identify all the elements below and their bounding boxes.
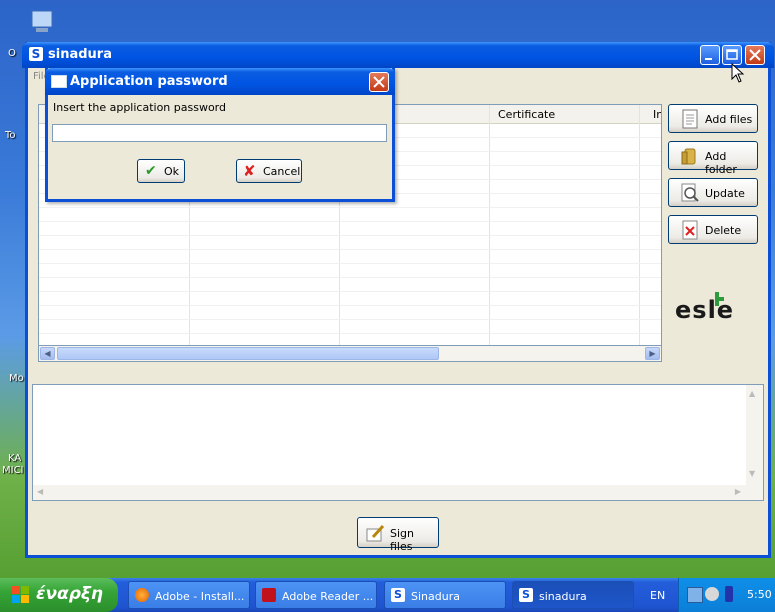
table-row xyxy=(39,291,661,292)
main-window-titlebar[interactable]: S sinadura xyxy=(22,42,774,68)
ok-label: Ok xyxy=(164,165,180,178)
start-button[interactable]: έναρξη xyxy=(0,578,118,612)
scroll-right-icon[interactable]: ▶ xyxy=(735,487,741,496)
column-divider xyxy=(489,105,490,361)
magnifier-icon xyxy=(680,183,700,203)
taskbar: έναρξη Adobe - Install... Adobe Reader .… xyxy=(0,578,775,612)
window-icon xyxy=(51,75,67,88)
delete-icon xyxy=(680,220,700,240)
add-files-button[interactable]: Add files xyxy=(668,104,758,133)
sign-files-button[interactable]: Sign files xyxy=(357,517,439,553)
maximize-button[interactable] xyxy=(722,45,742,65)
esle-logo: esle xyxy=(675,292,755,326)
add-folder-button[interactable]: Add folder xyxy=(668,141,758,176)
add-files-label: Add files xyxy=(705,113,753,126)
start-label: έναρξη xyxy=(36,584,104,604)
desktop-label: O xyxy=(8,48,16,59)
dialog-title: Application password xyxy=(70,74,228,89)
column-divider xyxy=(639,105,640,361)
windows-logo-icon xyxy=(12,586,30,609)
scroll-right-button[interactable]: ▶ xyxy=(645,347,660,360)
mouse-cursor-icon xyxy=(731,62,745,86)
checkmark-icon: ✔ xyxy=(145,163,157,179)
scroll-left-icon[interactable]: ◀ xyxy=(37,487,43,496)
document-icon xyxy=(680,109,700,129)
logo-text: esle xyxy=(675,296,735,324)
taskbar-item-label: sinadura xyxy=(539,590,587,603)
scroll-left-button[interactable]: ◀ xyxy=(40,347,55,360)
table-row xyxy=(39,235,661,236)
system-tray: 5:50 xyxy=(678,578,775,612)
desktop-label: MICI xyxy=(2,465,24,476)
pen-icon xyxy=(365,523,385,546)
add-folder-label: Add folder xyxy=(705,150,737,176)
window-title: sinadura xyxy=(48,47,112,62)
taskbar-item[interactable]: Adobe - Install... xyxy=(128,581,250,609)
sign-files-label: Sign files xyxy=(390,527,414,553)
desktop-label: To xyxy=(5,130,16,141)
sinadura-app-icon: S xyxy=(29,47,43,61)
close-button[interactable] xyxy=(745,45,765,65)
table-row xyxy=(39,333,661,334)
dialog-prompt: Insert the application password xyxy=(53,101,226,114)
battery-icon[interactable] xyxy=(725,586,733,602)
cancel-button[interactable]: ✘ Cancel xyxy=(236,159,302,183)
antivirus-icon[interactable] xyxy=(705,587,719,601)
taskbar-item[interactable]: Adobe Reader ... xyxy=(255,581,377,609)
table-row xyxy=(39,249,661,250)
table-row xyxy=(39,319,661,320)
table-row xyxy=(39,277,661,278)
cancel-label: Cancel xyxy=(263,165,301,178)
ok-button[interactable]: ✔ Ok xyxy=(137,159,185,183)
cancel-x-icon: ✘ xyxy=(243,162,256,180)
table-row xyxy=(39,305,661,306)
update-button[interactable]: Update xyxy=(668,178,758,207)
taskbar-item[interactable]: S Sinadura xyxy=(384,581,506,609)
taskbar-item-label: Adobe Reader ... xyxy=(282,590,374,603)
taskbar-item-active[interactable]: S sinadura xyxy=(512,581,634,609)
desktop-label: KA xyxy=(8,453,22,464)
delete-label: Delete xyxy=(705,224,742,237)
column-header[interactable]: In xyxy=(653,108,661,121)
firefox-icon xyxy=(135,588,149,602)
password-input[interactable] xyxy=(52,124,387,142)
sinadura-icon: S xyxy=(391,588,405,602)
sinadura-icon: S xyxy=(519,588,533,602)
delete-button[interactable]: Delete xyxy=(668,215,758,244)
scroll-down-icon[interactable]: ▼ xyxy=(749,469,755,478)
output-log-area[interactable]: ▲ ▼ ◀ ▶ xyxy=(32,384,764,501)
scroll-up-icon[interactable]: ▲ xyxy=(749,389,755,398)
language-indicator[interactable]: EN xyxy=(650,589,665,602)
password-dialog-titlebar[interactable]: Application password xyxy=(45,68,395,95)
table-row xyxy=(39,263,661,264)
table-row xyxy=(39,221,661,222)
folder-icon xyxy=(680,146,700,166)
adobe-reader-icon xyxy=(262,588,276,602)
dialog-close-button[interactable] xyxy=(369,72,389,92)
minimize-button[interactable] xyxy=(700,45,720,65)
table-horizontal-scrollbar[interactable]: ◀ ▶ xyxy=(38,345,662,362)
update-label: Update xyxy=(705,187,745,200)
clock[interactable]: 5:50 xyxy=(747,588,772,601)
taskbar-item-label: Sinadura xyxy=(411,590,460,603)
network-icon[interactable] xyxy=(687,587,703,603)
taskbar-item-label: Adobe - Install... xyxy=(155,590,245,603)
table-row xyxy=(39,207,661,208)
desktop-computer-icon[interactable] xyxy=(28,8,58,36)
output-horizontal-scrollbar[interactable]: ◀ ▶ xyxy=(33,485,763,500)
column-header[interactable]: Certificate xyxy=(498,108,555,121)
desktop-label: Mo xyxy=(9,373,24,384)
output-vertical-scrollbar[interactable]: ▲ ▼ xyxy=(746,385,763,500)
scrollbar-thumb[interactable] xyxy=(57,347,439,360)
